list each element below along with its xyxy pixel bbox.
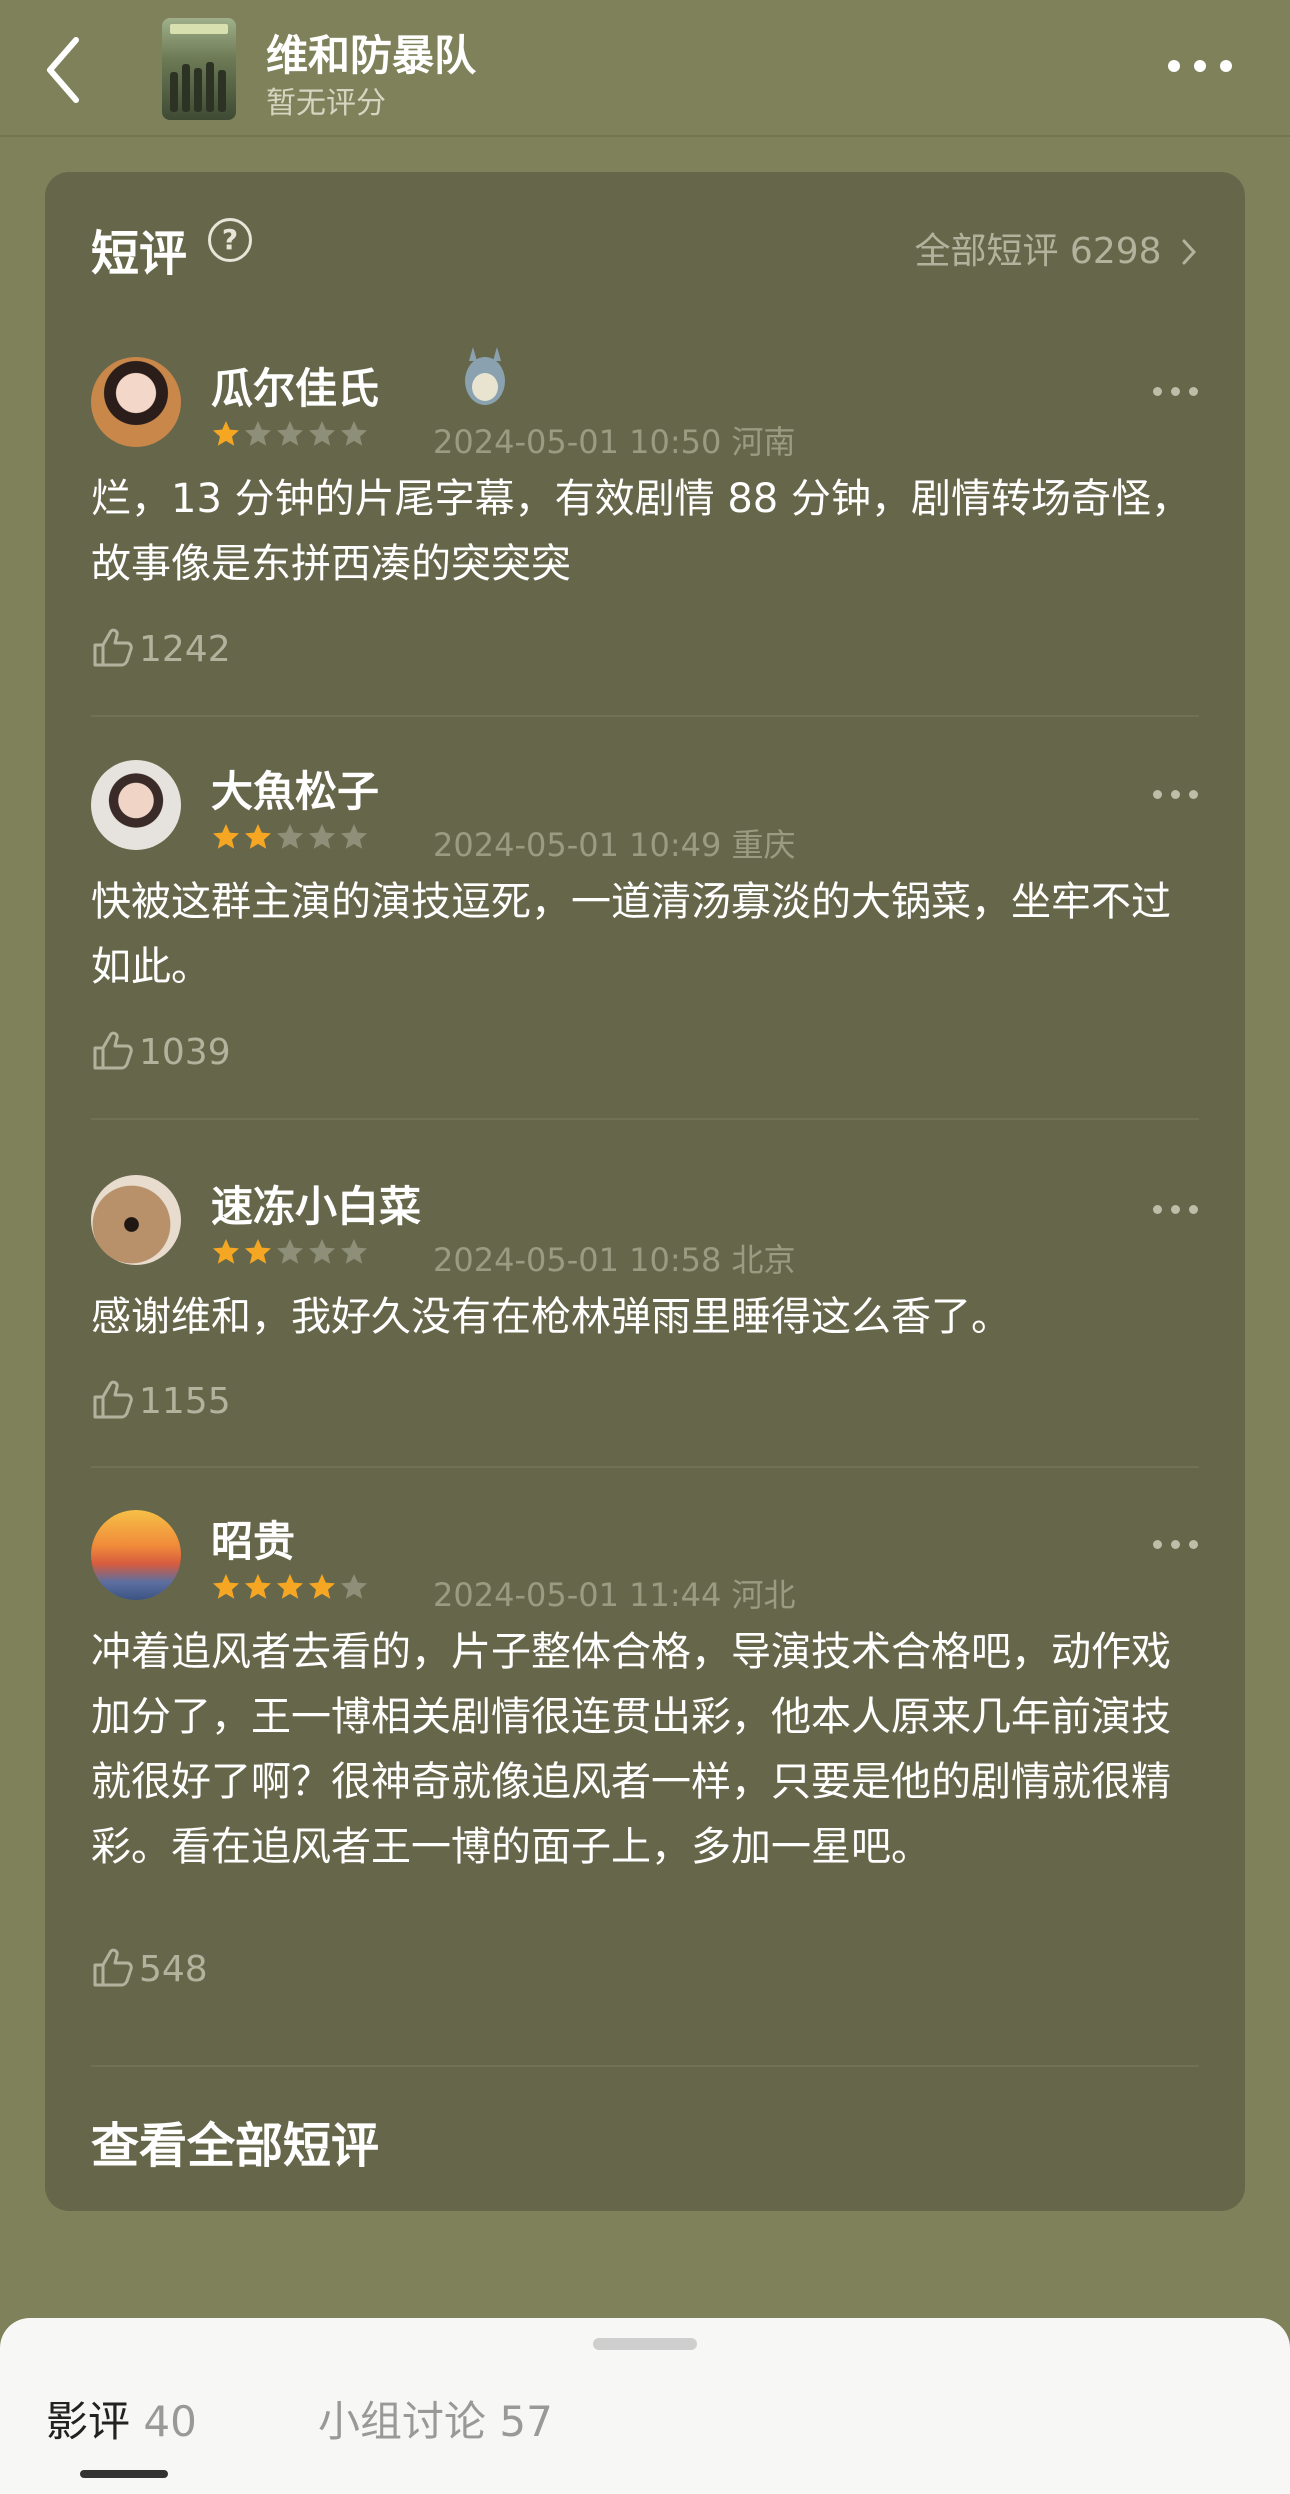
drag-handle[interactable]: [593, 2338, 697, 2350]
like-button[interactable]: 1039: [91, 1028, 231, 1073]
star-empty-icon: [341, 824, 367, 849]
avatar[interactable]: [91, 1175, 181, 1265]
review-more-icon[interactable]: [1153, 387, 1199, 397]
like-count: 548: [139, 1949, 208, 1990]
view-all-short-reviews-button[interactable]: 查看全部短评: [91, 2106, 379, 2176]
short-reviews-card: 短评 ? 全部短评 6298 瓜尔佳氏 2024-05-01 10:50 河南 …: [45, 172, 1245, 2211]
tab-reviews-count: 40: [143, 2397, 197, 2446]
review-text: 感谢维和，我好久没有在枪林弹雨里睡得这么香了。: [91, 1294, 1011, 1340]
badge-icon: [465, 347, 505, 405]
thumbs-up-icon: [93, 1031, 133, 1070]
review-username[interactable]: 瓜尔佳氏: [211, 355, 379, 416]
star-empty-icon: [309, 824, 335, 849]
star-empty-icon: [309, 1239, 335, 1264]
star-filled-icon: [213, 421, 239, 446]
star-filled-icon: [245, 1239, 271, 1264]
review-more-icon[interactable]: [1153, 790, 1199, 800]
review-more-icon[interactable]: [1153, 1540, 1199, 1550]
tab-reviews-label: 影评: [46, 2397, 131, 2446]
movie-poster[interactable]: [162, 18, 236, 120]
review-text: 快被这群主演的演技逗死，一道清汤寡淡的大锅菜，坐牢不过如此。: [91, 879, 1171, 990]
star-filled-icon: [213, 1239, 239, 1264]
review-username[interactable]: 大魚松子: [211, 758, 379, 819]
star-filled-icon: [245, 1574, 271, 1599]
star-empty-icon: [277, 421, 303, 446]
avatar[interactable]: [91, 1510, 181, 1600]
divider: [91, 715, 1199, 717]
review-more-icon[interactable]: [1153, 1205, 1199, 1215]
review-meta: 2024-05-01 10:49 重庆: [433, 826, 796, 864]
like-button[interactable]: 1155: [91, 1377, 231, 1422]
star-filled-icon: [309, 1574, 335, 1599]
star-empty-icon: [341, 421, 367, 446]
short-reviews-title: 短评: [91, 226, 188, 282]
tab-group-discussion-count: 57: [499, 2397, 553, 2446]
chevron-right-icon: [1182, 239, 1197, 265]
rating-stars: [211, 419, 371, 449]
divider: [91, 2065, 1199, 2067]
active-tab-indicator: [80, 2470, 168, 2478]
review-text: 烂，13 分钟的片尾字幕，有效剧情 88 分钟，剧情转场奇怪，故事像是东拼西凑的…: [91, 476, 1191, 587]
review-text: 冲着追风者去看的，片子整体合格，导演技术合格吧，动作戏加分了，王一博相关剧情很连…: [91, 1629, 1171, 1870]
thumbs-up-icon: [93, 1948, 133, 1987]
review-username[interactable]: 速冻小白菜: [211, 1173, 421, 1234]
star-empty-icon: [277, 1239, 303, 1264]
help-icon[interactable]: ?: [208, 218, 252, 262]
review-meta: 2024-05-01 11:44 河北: [433, 1576, 796, 1614]
star-filled-icon: [245, 824, 271, 849]
like-count: 1155: [139, 1381, 231, 1422]
more-options-icon[interactable]: [1168, 60, 1232, 74]
review-username[interactable]: 昭贵: [211, 1508, 295, 1569]
rating-stars: [211, 822, 371, 852]
rating-stars: [211, 1237, 371, 1267]
star-empty-icon: [341, 1574, 367, 1599]
movie-title: 维和防暴队: [266, 31, 477, 80]
like-button[interactable]: 548: [91, 1945, 208, 1990]
star-filled-icon: [213, 824, 239, 849]
star-empty-icon: [341, 1239, 367, 1264]
tab-group-discussion-label: 小组讨论: [318, 2397, 487, 2446]
tab-group-discussion[interactable]: 小组讨论 57: [318, 2388, 553, 2449]
tab-reviews[interactable]: 影评 40: [46, 2388, 197, 2449]
avatar[interactable]: [91, 357, 181, 447]
divider: [91, 1118, 1199, 1120]
movie-rating-status: 暂无评分: [266, 86, 386, 121]
star-filled-icon: [213, 1574, 239, 1599]
like-count: 1242: [139, 629, 231, 670]
like-button[interactable]: 1242: [91, 625, 231, 670]
rating-stars: [211, 1572, 371, 1602]
like-count: 1039: [139, 1032, 231, 1073]
star-empty-icon: [309, 421, 335, 446]
thumbs-up-icon: [93, 1380, 133, 1419]
bottom-sheet: 影评 40 小组讨论 57: [0, 2318, 1290, 2494]
star-empty-icon: [245, 421, 271, 446]
avatar[interactable]: [91, 760, 181, 850]
star-filled-icon: [277, 1574, 303, 1599]
back-arrow-icon[interactable]: [40, 30, 90, 110]
review-meta: 2024-05-01 10:58 北京: [433, 1241, 796, 1279]
review-meta: 2024-05-01 10:50 河南: [433, 423, 796, 461]
thumbs-up-icon: [93, 628, 133, 667]
all-short-reviews-link[interactable]: 全部短评 6298: [914, 222, 1199, 274]
divider: [91, 1466, 1199, 1468]
star-empty-icon: [277, 824, 303, 849]
top-bar: 维和防暴队 暂无评分: [0, 0, 1290, 137]
all-short-reviews-label: 全部短评 6298: [914, 231, 1162, 272]
